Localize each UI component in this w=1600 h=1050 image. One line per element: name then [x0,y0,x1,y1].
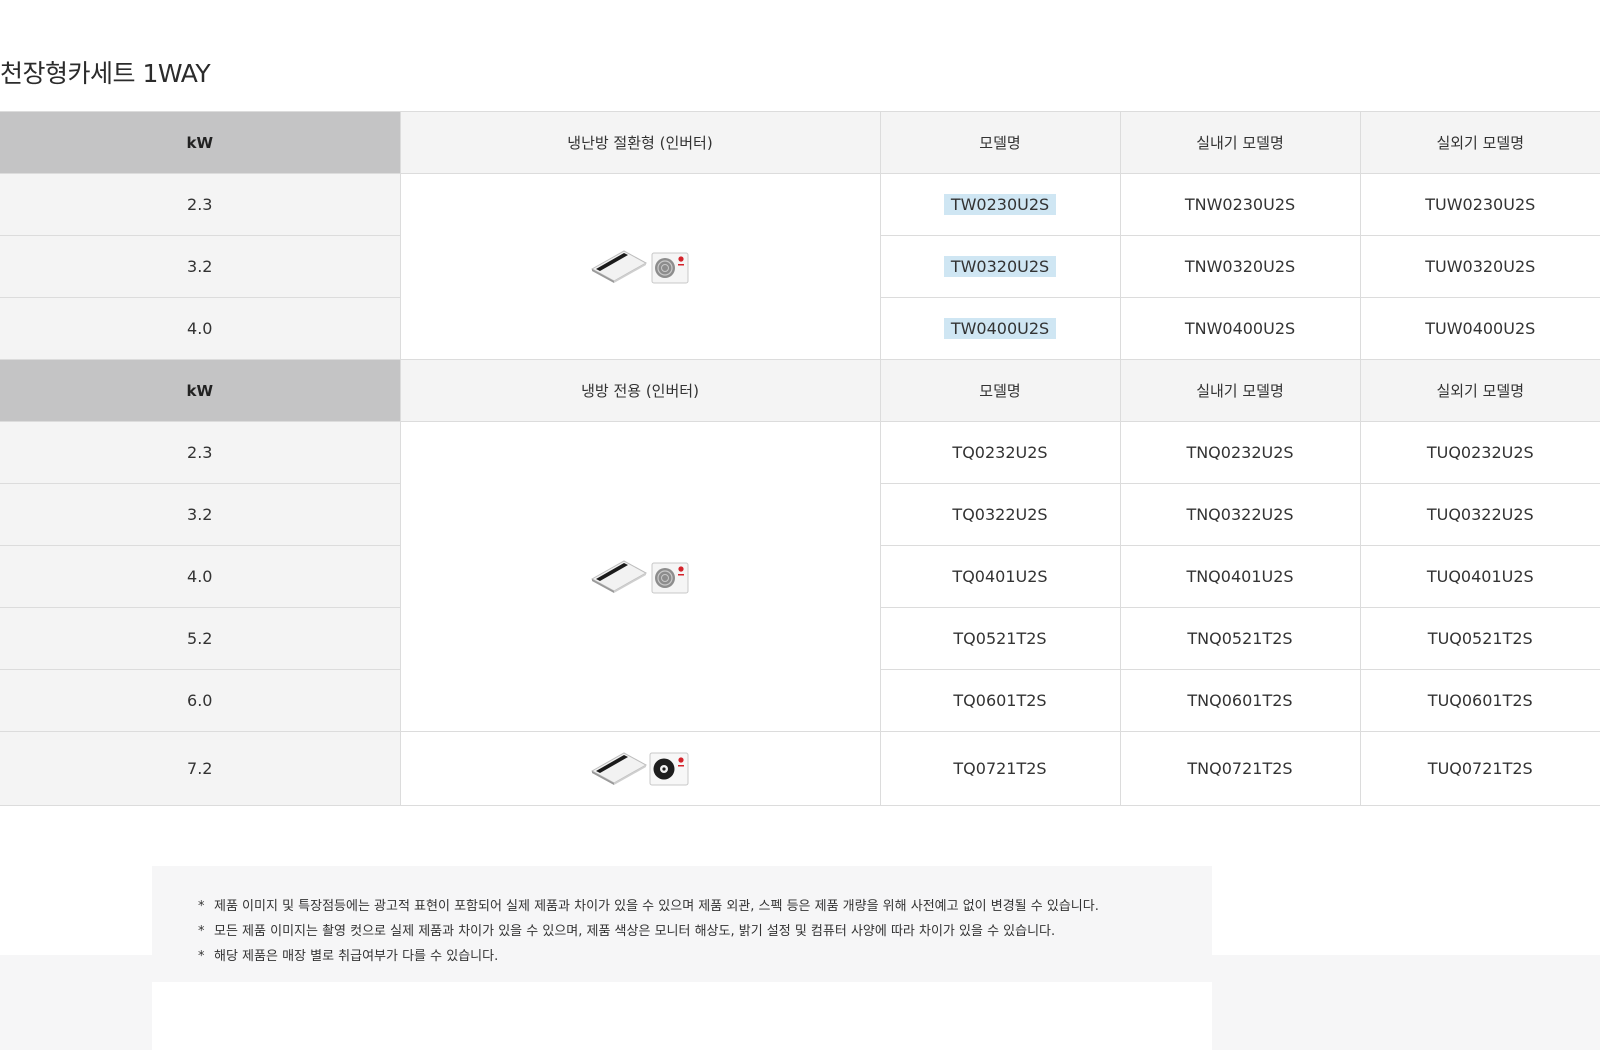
kw-cell: 5.2 [0,607,401,670]
product-image-cell [400,421,881,732]
indoor-model-cell: TNW0400U2S [1120,297,1361,360]
outdoor-model-cell: TUW0230U2S [1360,173,1600,236]
note-bullet: * [198,899,205,914]
outdoor-model-cell: TUQ0401U2S [1360,545,1600,608]
model-cell: TQ0401U2S [880,545,1121,608]
model-cell: TQ0322U2S [880,483,1121,546]
model-cell: TQ0232U2S [880,421,1121,484]
kw-cell: 4.0 [0,297,401,360]
indoor-model-cell: TNQ0401U2S [1120,545,1361,608]
indoor-model-cell: TNW0320U2S [1120,235,1361,298]
cassette-product-image [591,752,689,785]
table-header-row: kW 냉방 전용 (인버터) 모델명 실내기 모델명 실외기 모델명 [0,359,1600,422]
note-item: * 해당 제품은 매장 별로 취급여부가 다를 수 있습니다. [198,944,1212,969]
outdoor-model-cell: TUQ0232U2S [1360,421,1600,484]
kw-header: kW [0,359,401,422]
disclaimer-notes: * 제품 이미지 및 특장점등에는 광고적 표현이 포함되어 실제 제품과 차이가… [152,866,1212,982]
indoor-model-header: 실내기 모델명 [1120,359,1361,422]
outdoor-model-cell: TUQ0521T2S [1360,607,1600,670]
indoor-model-cell: TNQ0232U2S [1120,421,1361,484]
indoor-model-cell: TNQ0721T2S [1120,731,1361,806]
model-cell[interactable]: TW0230U2S [880,173,1121,236]
note-text: 제품 이미지 및 특장점등에는 광고적 표현이 포함되어 실제 제품과 차이가 … [214,899,1099,914]
model-cell: TQ0721T2S [880,731,1121,806]
table-row: 7.2 TQ0721T2S TNQ0721T2S TUQ0721T2S [0,731,1600,806]
note-text: 해당 제품은 매장 별로 취급여부가 다를 수 있습니다. [214,949,499,964]
indoor-model-cell: TNW0230U2S [1120,173,1361,236]
spec-table: kW 냉난방 절환형 (인버터) 모델명 실내기 모델명 실외기 모델명 2.3… [0,111,1600,806]
note-item: * 제품 이미지 및 특장점등에는 광고적 표현이 포함되어 실제 제품과 차이가… [198,894,1212,919]
outdoor-model-header: 실외기 모델명 [1360,359,1600,422]
model-cell: TQ0601T2S [880,669,1121,732]
model-link[interactable]: TW0320U2S [943,256,1057,277]
note-text: 모든 제품 이미지는 촬영 컷으로 실제 제품과 차이가 있을 수 있으며, 제… [214,924,1056,939]
model-link[interactable]: TW0400U2S [943,318,1057,339]
kw-cell: 2.3 [0,173,401,236]
product-image-cell [400,731,881,806]
kw-cell: 4.0 [0,545,401,608]
kw-header: kW [0,111,401,174]
kw-cell: 7.2 [0,731,401,806]
cassette-product-image [591,249,689,284]
indoor-model-cell: TNQ0322U2S [1120,483,1361,546]
outdoor-model-header: 실외기 모델명 [1360,111,1600,174]
indoor-model-cell: TNQ0601T2S [1120,669,1361,732]
type-header: 냉난방 절환형 (인버터) [400,111,881,174]
outdoor-model-cell: TUW0400U2S [1360,297,1600,360]
model-cell: TQ0521T2S [880,607,1121,670]
model-cell[interactable]: TW0320U2S [880,235,1121,298]
page-title: 천장형카세트 1WAY [0,59,211,88]
model-link[interactable]: TW0230U2S [943,194,1057,215]
kw-cell: 3.2 [0,235,401,298]
outdoor-model-cell: TUQ0721T2S [1360,731,1600,806]
table-header-row: kW 냉난방 절환형 (인버터) 모델명 실내기 모델명 실외기 모델명 [0,111,1600,174]
indoor-model-header: 실내기 모델명 [1120,111,1361,174]
note-bullet: * [198,924,205,939]
indoor-model-cell: TNQ0521T2S [1120,607,1361,670]
product-image-cell [400,173,881,360]
note-bullet: * [198,949,205,964]
kw-cell: 3.2 [0,483,401,546]
table-row: 2.3 TQ0232U2S TNQ0232U2S TUQ0232U2S [0,421,1600,732]
table-row: 2.3 TW0230U2S TNW0230U2S TUW0230U2S [0,173,1600,360]
model-header: 모델명 [880,111,1121,174]
cassette-product-image [591,559,689,594]
type-header: 냉방 전용 (인버터) [400,359,881,422]
outdoor-model-cell: TUQ0322U2S [1360,483,1600,546]
model-cell[interactable]: TW0400U2S [880,297,1121,360]
kw-cell: 6.0 [0,669,401,732]
note-item: * 모든 제품 이미지는 촬영 컷으로 실제 제품과 차이가 있을 수 있으며, … [198,919,1212,944]
model-header: 모델명 [880,359,1121,422]
kw-cell: 2.3 [0,421,401,484]
outdoor-model-cell: TUW0320U2S [1360,235,1600,298]
outdoor-model-cell: TUQ0601T2S [1360,669,1600,732]
content-panel [152,982,1212,1050]
